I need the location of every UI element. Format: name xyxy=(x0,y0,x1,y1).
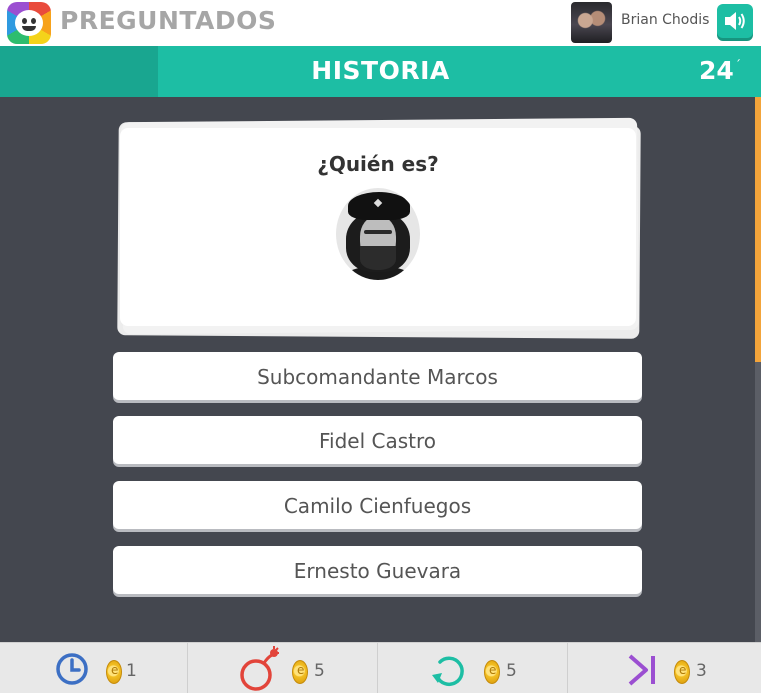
preguntados-logo-icon xyxy=(7,2,51,44)
coin-icon xyxy=(674,660,690,684)
user-avatar[interactable] xyxy=(571,2,612,43)
powerup-cost: 5 xyxy=(506,661,517,681)
coin-icon xyxy=(106,660,122,684)
powerup-extra-time-button[interactable]: 1 xyxy=(0,643,188,693)
coin-icon xyxy=(292,660,308,684)
coin-icon xyxy=(484,660,500,684)
user-name[interactable]: Brian Chodis xyxy=(621,12,709,28)
answer-option-2[interactable]: Fidel Castro xyxy=(113,416,642,464)
category-bar: HISTORIA 24 ´ xyxy=(0,46,761,97)
speaker-icon xyxy=(725,12,745,30)
powerup-second-chance-button[interactable]: 5 xyxy=(378,643,568,693)
countdown-timer: 24 xyxy=(699,56,734,85)
question-text: ¿Quién es? xyxy=(317,152,439,176)
app-title: PREGUNTADOS xyxy=(60,6,277,35)
powerup-skip-button[interactable]: 3 xyxy=(568,643,761,693)
answer-option-4[interactable]: Ernesto Guevara xyxy=(113,546,642,594)
scroll-thumb[interactable] xyxy=(755,97,761,362)
powerup-cost: 1 xyxy=(126,661,137,681)
powerup-bar: 1 5 5 3 xyxy=(0,642,761,693)
powerup-bomb-button[interactable]: 5 xyxy=(188,643,378,693)
timer-seconds-mark: ´ xyxy=(735,58,741,72)
category-title: HISTORIA xyxy=(311,56,450,85)
clock-icon xyxy=(56,653,88,685)
refresh-icon xyxy=(432,656,464,686)
portrait-photo xyxy=(336,188,420,280)
answer-option-3[interactable]: Camilo Cienfuegos xyxy=(113,481,642,529)
powerup-cost: 5 xyxy=(314,661,325,681)
answer-option-1[interactable]: Subcomandante Marcos xyxy=(113,352,642,400)
question-card: ¿Quién es? xyxy=(120,128,636,326)
powerup-cost: 3 xyxy=(696,661,707,681)
bomb-icon xyxy=(240,646,279,691)
sound-button[interactable] xyxy=(717,4,753,38)
skip-icon xyxy=(628,654,655,686)
top-header: PREGUNTADOS Brian Chodis xyxy=(0,0,761,46)
